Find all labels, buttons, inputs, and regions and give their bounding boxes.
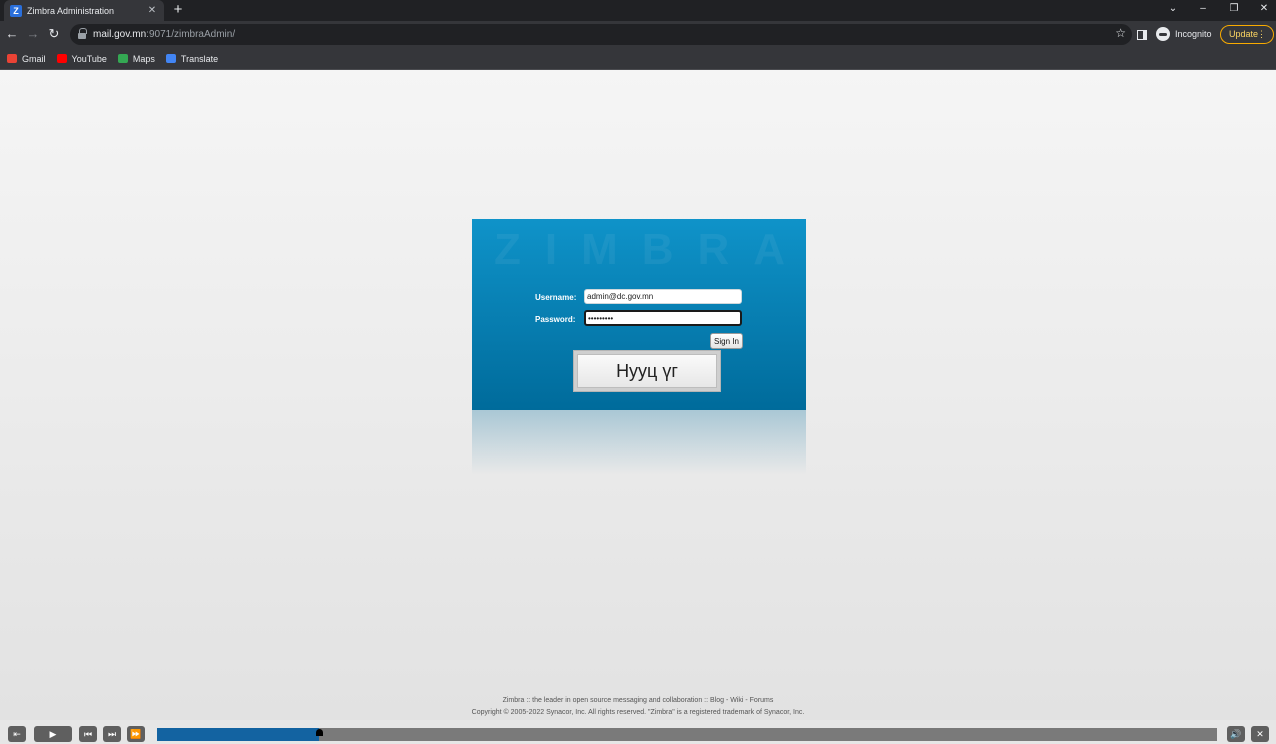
bookmarks-bar: Gmail YouTube Maps Translate — [0, 48, 1276, 70]
volume-button[interactable]: 🔊 — [1227, 726, 1245, 742]
new-tab-button[interactable]: + — [170, 0, 186, 21]
bookmark-label: Maps — [132, 53, 155, 64]
forward-button[interactable]: → — [24, 25, 42, 43]
seek-handle[interactable] — [316, 729, 324, 736]
next-button[interactable]: ⏭ — [103, 726, 121, 742]
bookmark-label: Gmail — [22, 53, 46, 64]
incognito-indicator[interactable]: Incognito — [1156, 27, 1212, 41]
browser-titlebar: Z Zimbra Administration ✕ + ⌄ – ❐ ✕ — [0, 0, 1276, 21]
url-host: mail.gov.mn — [93, 29, 147, 40]
address-bar[interactable]: mail.gov.mn :9071/zimbraAdmin/ ☆ — [70, 24, 1132, 45]
bookmark-youtube[interactable]: YouTube — [56, 53, 107, 64]
password-label: Password: — [535, 315, 576, 324]
tab-title: Zimbra Administration — [27, 5, 115, 16]
exit-fullscreen-button[interactable]: ⇤ — [8, 726, 26, 742]
tooltip-text: Нууц үг — [577, 354, 717, 388]
username-label: Username: — [535, 293, 577, 302]
browser-toolbar: ← → ↻ mail.gov.mn :9071/zimbraAdmin/ ☆ I… — [0, 21, 1276, 48]
tab-search-dropdown-icon[interactable]: ⌄ — [1163, 0, 1183, 21]
bookmark-maps[interactable]: Maps — [117, 53, 155, 64]
footer-tagline: Zimbra :: the leader in open source mess… — [502, 697, 774, 704]
youtube-icon — [56, 54, 67, 63]
play-button[interactable]: ▶ — [34, 726, 72, 742]
gmail-icon — [7, 54, 17, 63]
update-label: Update — [1229, 29, 1259, 39]
previous-button[interactable]: ⏮ — [79, 726, 97, 742]
update-button[interactable]: Update ⋮ — [1220, 25, 1274, 44]
seek-progress — [157, 728, 320, 741]
minimize-button[interactable]: – — [1193, 0, 1213, 21]
zimbra-favicon-icon: Z — [10, 4, 22, 17]
password-field[interactable] — [584, 310, 742, 326]
zimbra-logo-watermark: ZIMBRA — [494, 225, 810, 274]
page-content: ZIMBRA Username: Password: Sign In Нууц … — [0, 70, 1276, 720]
lock-icon[interactable] — [78, 27, 87, 39]
menu-dots-icon: ⋮ — [1257, 29, 1266, 39]
bookmark-label: Translate — [180, 53, 219, 64]
bookmark-label: YouTube — [71, 53, 107, 64]
bookmark-gmail[interactable]: Gmail — [7, 54, 46, 64]
video-player-bar: ⇤ ▶ ⏮ ⏭ ⏩ 🔊 ✕ — [0, 720, 1276, 744]
reload-button[interactable]: ↻ — [45, 25, 63, 43]
sign-in-button[interactable]: Sign In — [710, 333, 743, 349]
footer-copyright: Copyright © 2005-2022 Synacor, Inc. All … — [471, 709, 805, 716]
incognito-label: Incognito — [1175, 29, 1212, 39]
maps-icon — [117, 54, 128, 63]
tab-close-icon[interactable]: ✕ — [146, 5, 158, 16]
back-button[interactable]: ← — [3, 25, 21, 43]
incognito-icon — [1156, 27, 1170, 41]
close-player-button[interactable]: ✕ — [1251, 726, 1269, 742]
tab-zimbra-administration[interactable]: Z Zimbra Administration ✕ — [4, 0, 164, 21]
fast-forward-button[interactable]: ⏩ — [127, 726, 145, 742]
translate-icon — [165, 54, 176, 63]
bookmark-star-icon[interactable]: ☆ — [1115, 26, 1126, 40]
side-panel-icon[interactable] — [1137, 30, 1147, 40]
url-path: :9071/zimbraAdmin/ — [146, 29, 236, 40]
login-panel: ZIMBRA Username: Password: Sign In Нууц … — [472, 219, 806, 410]
close-window-button[interactable]: ✕ — [1254, 0, 1274, 21]
login-panel-reflection — [472, 410, 806, 475]
username-field[interactable] — [584, 289, 742, 304]
password-tooltip: Нууц үг — [573, 350, 721, 392]
bookmark-translate[interactable]: Translate — [165, 53, 219, 64]
restore-button[interactable]: ❐ — [1224, 0, 1244, 21]
